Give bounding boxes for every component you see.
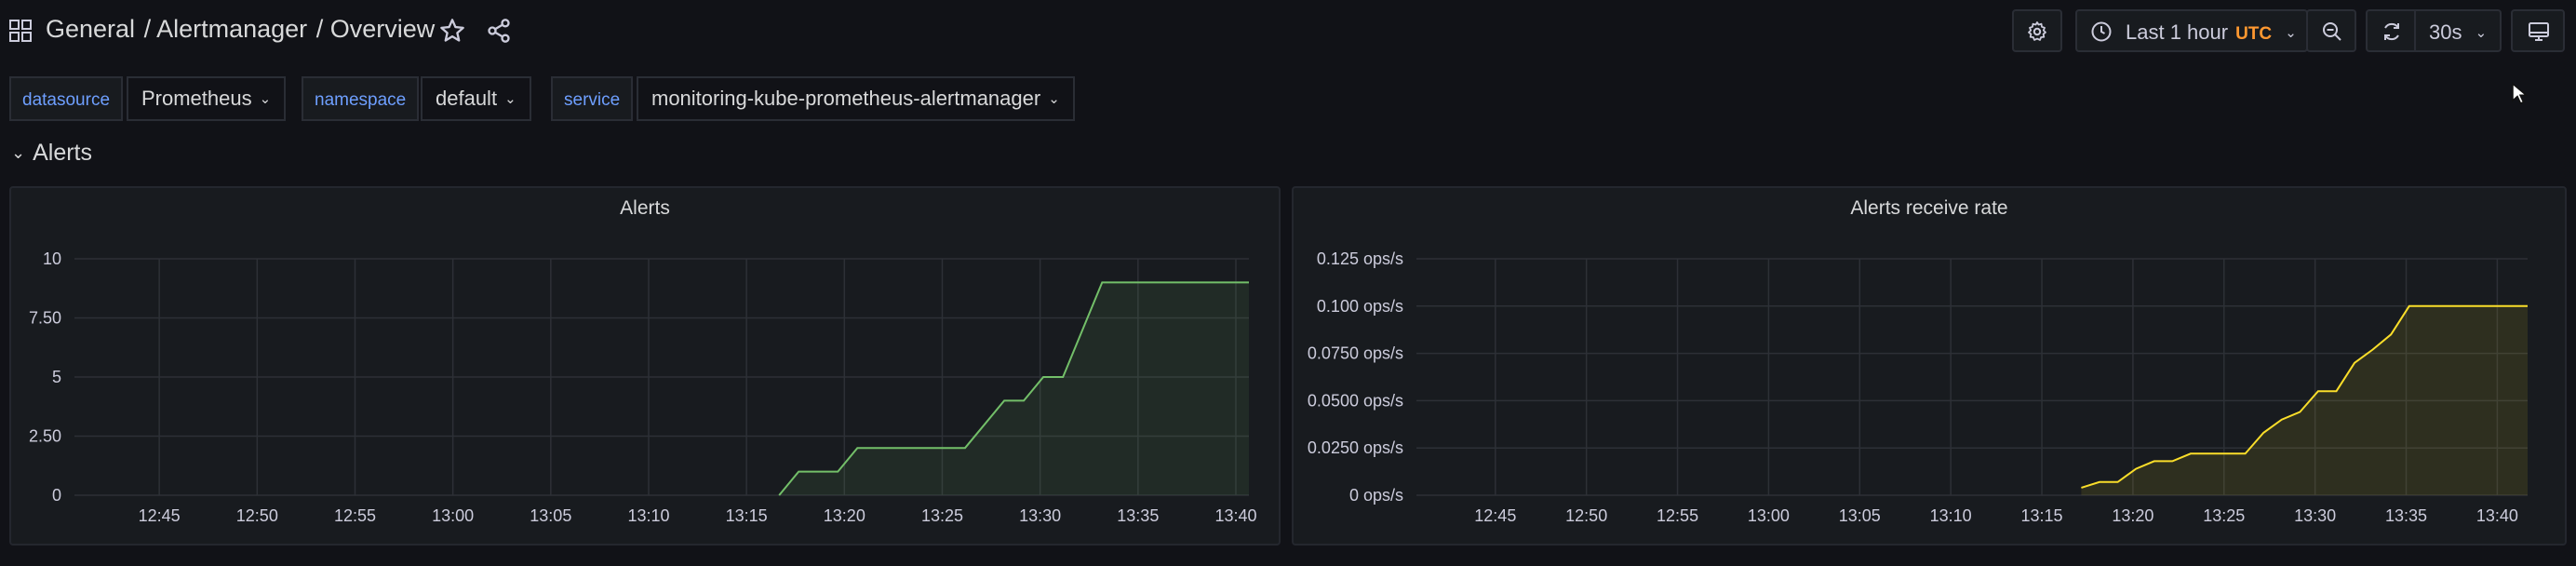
x-tick-label: 13:25 bbox=[2203, 506, 2245, 525]
x-tick-label: 13:05 bbox=[530, 506, 571, 525]
time-range-value: Last 1 hour bbox=[2126, 20, 2229, 44]
y-tick-label: 0.0750 ops/s bbox=[1308, 344, 1403, 363]
gear-icon bbox=[2028, 21, 2046, 41]
alerts-chart: 0 2.50 5 7.50 10 12:45 12:50 12:55 13:00 13:05 13:… bbox=[29, 249, 1257, 525]
time-range-label: Last 1 hour UTC ⌄ bbox=[2126, 20, 2297, 45]
x-tick-label: 13:00 bbox=[1748, 506, 1790, 525]
y-tick-label: 0.100 ops/s bbox=[1317, 297, 1403, 316]
x-tick-label: 13:40 bbox=[1214, 506, 1256, 525]
y-tick-label: 10 bbox=[43, 249, 61, 268]
chevron-down-icon: ⌄ bbox=[1048, 91, 1060, 107]
x-tick-label: 13:15 bbox=[726, 506, 768, 525]
variable-label-namespace: namespace bbox=[302, 76, 420, 121]
y-tick-label: 2.50 bbox=[29, 427, 61, 446]
x-tick-label: 13:10 bbox=[1930, 506, 1972, 525]
y-tick-label: 0.0250 ops/s bbox=[1308, 438, 1403, 457]
x-tick-label: 13:15 bbox=[2021, 506, 2063, 525]
clock-icon bbox=[2091, 21, 2112, 42]
chevron-down-icon: ⌄ bbox=[11, 143, 26, 162]
x-tick-label: 12:55 bbox=[334, 506, 376, 525]
panel-alerts-receive-rate[interactable]: Alerts receive rate 0 ops/s 0.0250 ops/s 0… bbox=[1292, 186, 2567, 546]
x-tick-label: 13:25 bbox=[921, 506, 963, 525]
chevron-down-icon: ⌄ bbox=[2285, 25, 2297, 41]
star-icon[interactable] bbox=[439, 18, 465, 44]
zoom-out-icon bbox=[2323, 22, 2341, 41]
dashboard-settings-button[interactable] bbox=[2012, 9, 2062, 52]
breadcrumb-folder[interactable]: General bbox=[46, 15, 135, 43]
x-tick-label: 12:45 bbox=[1474, 506, 1516, 525]
variable-label-datasource: datasource bbox=[9, 76, 124, 121]
variable-label-service: service bbox=[551, 76, 634, 121]
row-title: Alerts bbox=[33, 140, 92, 166]
panel-alerts[interactable]: Alerts 0 2.50 5 7.50 10 12:45 12:50 12:55 13:00 1… bbox=[9, 186, 1281, 546]
variable-select-namespace[interactable]: default ⌄ bbox=[421, 76, 531, 121]
variable-select-service[interactable]: monitoring-kube-prometheus-alertmanager ⌄ bbox=[637, 76, 1075, 121]
x-tick-label: 12:50 bbox=[236, 506, 278, 525]
x-tick-label: 13:40 bbox=[2476, 506, 2518, 525]
apps-icon[interactable] bbox=[9, 20, 32, 42]
refresh-picker[interactable]: 30s ⌄ bbox=[2366, 9, 2502, 52]
refresh-icon bbox=[2384, 22, 2399, 41]
x-tick-label: 13:30 bbox=[1019, 506, 1061, 525]
x-tick-label: 12:45 bbox=[139, 506, 181, 525]
chevron-down-icon: ⌄ bbox=[259, 91, 272, 107]
x-tick-label: 13:00 bbox=[432, 506, 474, 525]
time-range-picker[interactable]: Last 1 hour UTC ⌄ bbox=[2075, 9, 2308, 52]
top-navigation-bar: General / Alertmanager / Overview Last 1… bbox=[0, 0, 2576, 104]
x-tick-label: 13:30 bbox=[2294, 506, 2336, 525]
x-tick-label: 13:35 bbox=[1117, 506, 1159, 525]
breadcrumb-page: / Overview bbox=[315, 15, 436, 43]
x-tick-label: 13:20 bbox=[2112, 506, 2153, 525]
x-tick-label: 13:05 bbox=[1839, 506, 1881, 525]
refresh-interval: 30s ⌄ bbox=[2429, 20, 2487, 45]
zoom-out-button[interactable] bbox=[2306, 9, 2356, 52]
tv-icon bbox=[2529, 22, 2549, 41]
share-icon[interactable] bbox=[486, 18, 512, 44]
template-variables: datasource Prometheus ⌄ namespace default… bbox=[0, 76, 2576, 123]
tv-mode-button[interactable] bbox=[2511, 9, 2565, 52]
breadcrumb-dashboard[interactable]: / Alertmanager bbox=[144, 15, 308, 43]
variable-select-datasource[interactable]: Prometheus ⌄ bbox=[127, 76, 287, 121]
x-tick-label: 12:55 bbox=[1657, 506, 1698, 525]
refresh-interval-value: 30s bbox=[2429, 20, 2462, 44]
variable-value-datasource: Prometheus bbox=[141, 87, 252, 110]
y-tick-label: 0 ops/s bbox=[1349, 486, 1403, 505]
timezone-badge: UTC bbox=[2235, 24, 2273, 44]
x-tick-label: 13:35 bbox=[2385, 506, 2427, 525]
chevron-down-icon: ⌄ bbox=[504, 91, 517, 107]
chevron-down-icon: ⌄ bbox=[2475, 25, 2488, 41]
alerts-receive-rate-chart: 0 ops/s 0.0250 ops/s 0.0500 ops/s 0.0750 op… bbox=[1308, 249, 2528, 525]
x-tick-label: 13:20 bbox=[824, 506, 865, 525]
y-tick-label: 0 bbox=[52, 486, 61, 505]
y-tick-label: 5 bbox=[52, 368, 61, 386]
series-area-fill bbox=[779, 282, 1249, 495]
y-tick-label: 0.125 ops/s bbox=[1317, 249, 1403, 268]
variable-value-namespace: default bbox=[436, 87, 498, 110]
variable-value-service: monitoring-kube-prometheus-alertmanager bbox=[651, 87, 1041, 110]
x-tick-label: 13:10 bbox=[627, 506, 669, 525]
x-tick-label: 12:50 bbox=[1565, 506, 1607, 525]
breadcrumb: General / Alertmanager / Overview bbox=[46, 15, 436, 44]
y-tick-label: 7.50 bbox=[29, 309, 61, 328]
row-header-alerts[interactable]: ⌄ Alerts bbox=[11, 140, 92, 167]
y-tick-label: 0.0500 ops/s bbox=[1308, 391, 1403, 410]
